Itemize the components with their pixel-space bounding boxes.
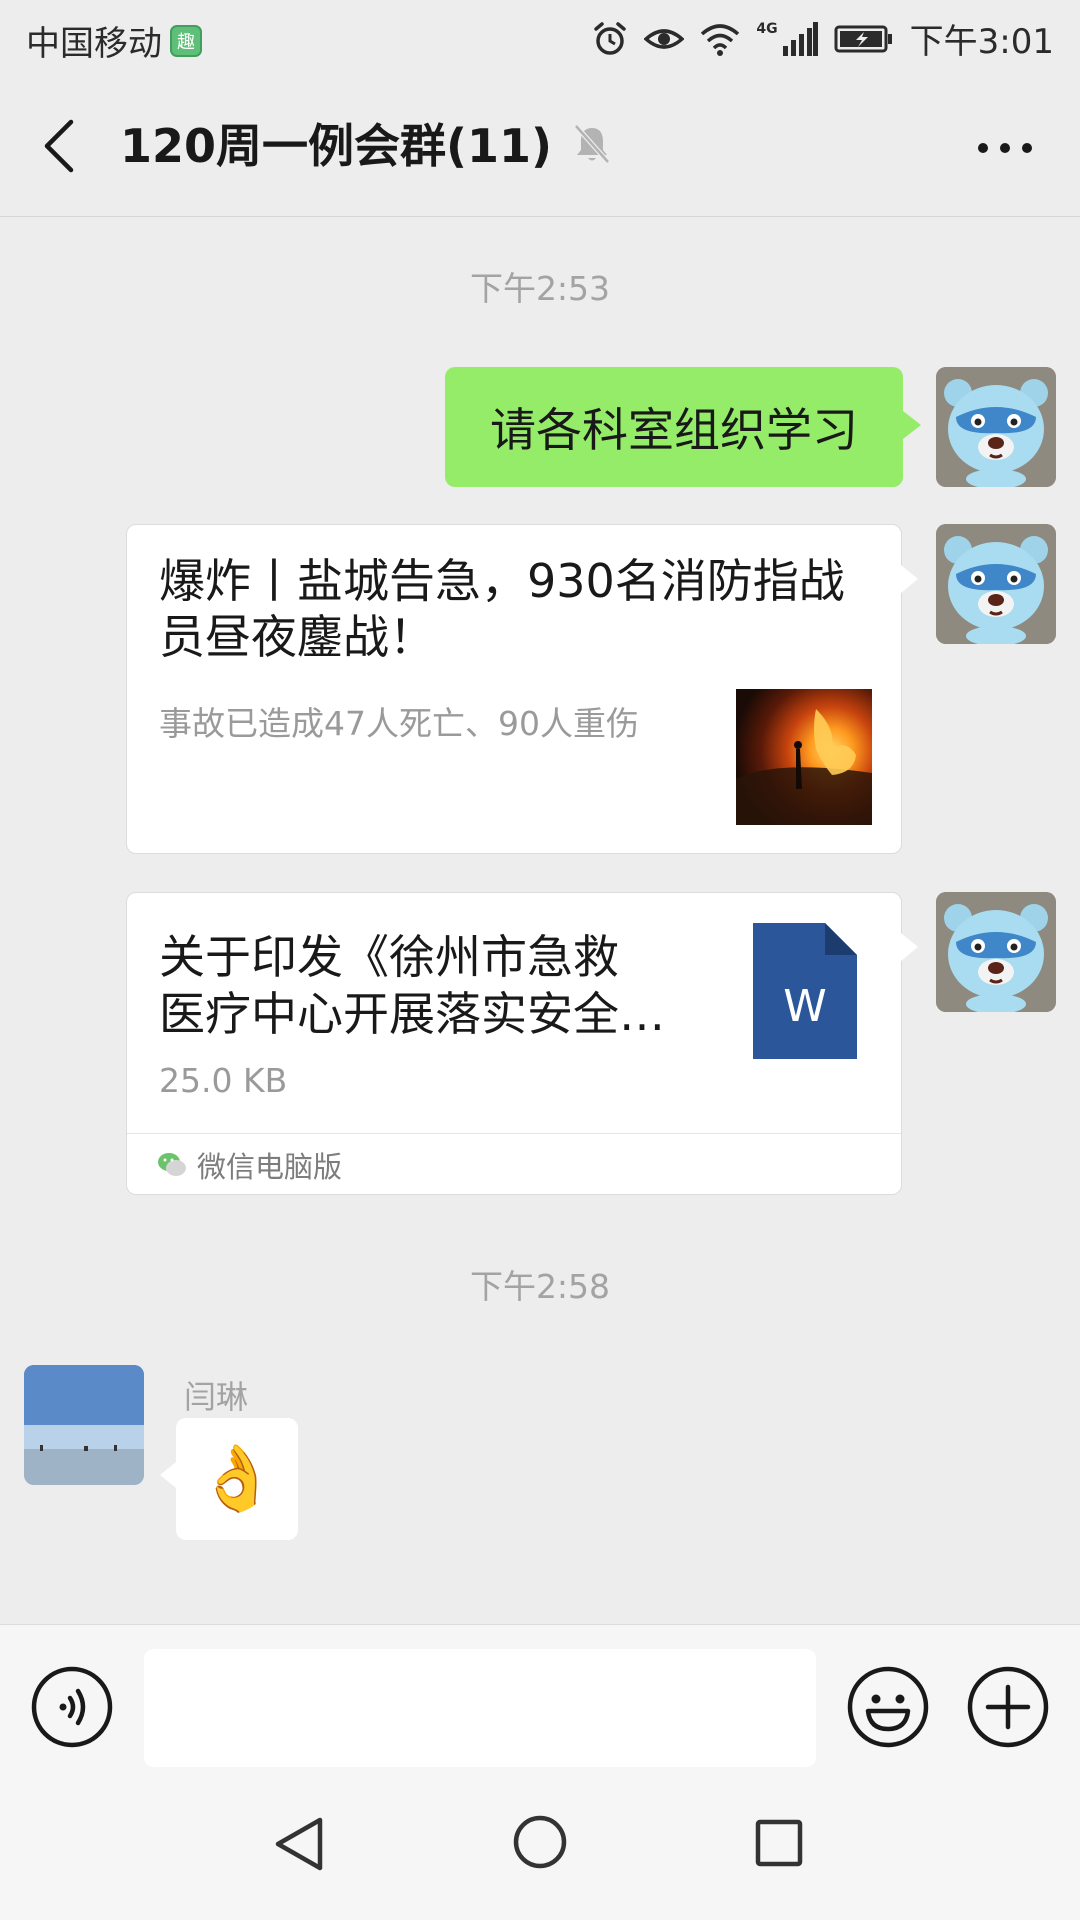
message-input[interactable] (144, 1649, 816, 1767)
link-card-title: 爆炸丨盐城告急，930名消防指战员昼夜鏖战！ (159, 554, 845, 664)
chat-header: 120周一例会群(11) (0, 76, 1080, 217)
back-button[interactable] (30, 114, 86, 178)
battery-icon (834, 25, 892, 52)
carrier-name: 中国移动 (26, 24, 162, 64)
system-home-icon[interactable] (512, 1814, 568, 1870)
alarm-icon (594, 21, 627, 55)
file-card-footer: 微信电脑版 (127, 1133, 901, 1195)
system-recents-icon[interactable] (754, 1818, 804, 1868)
avatar[interactable] (24, 1365, 144, 1485)
status-time: 下午3:01 (909, 22, 1054, 62)
avatar[interactable] (936, 524, 1056, 644)
system-navigation-bar (0, 1774, 1080, 1920)
back-arrow-icon (44, 119, 74, 173)
more-button[interactable] (970, 120, 1040, 176)
message-text: 请各科室组织学习 (490, 403, 858, 457)
avatar[interactable] (936, 367, 1056, 487)
file-card[interactable]: 关于印发《徐州市急救 医疗中心开展落实安全… 25.0 KB W 微信电脑版 (126, 892, 918, 1195)
landscape-avatar-icon (24, 1365, 144, 1485)
link-card-description: 事故已造成47人死亡、90人重伤 (159, 704, 639, 743)
ok-hand-emoji: 👌 (197, 1442, 277, 1516)
plus-icon[interactable] (966, 1665, 1050, 1749)
file-size: 25.0 KB (159, 1061, 288, 1100)
link-card[interactable]: 爆炸丨盐城告急，930名消防指战员昼夜鏖战！ 事故已造成47人死亡、90人重伤 (126, 524, 918, 854)
input-bar (0, 1624, 1080, 1775)
page-title: 120周一例会群(11) (120, 119, 553, 173)
timestamp: 下午2:53 (469, 269, 611, 308)
bear-avatar-icon (936, 892, 1056, 1012)
fire-image-icon (736, 709, 872, 825)
voice-icon[interactable] (30, 1665, 114, 1749)
more-dots-icon (978, 143, 1032, 153)
wifi-icon (701, 23, 740, 56)
wechat-icon (158, 1152, 186, 1176)
link-card-thumbnail (736, 689, 872, 825)
status-icons: 4G 下午3:01 (592, 14, 1054, 63)
bell-muted-icon (574, 124, 610, 164)
system-back-icon[interactable] (272, 1814, 326, 1874)
timestamp: 下午2:58 (469, 1267, 611, 1306)
bear-avatar-icon (936, 367, 1056, 487)
file-title-line-1: 关于印发《徐州市急救 (159, 930, 619, 984)
bear-avatar-icon (936, 524, 1056, 644)
word-document-icon: W (753, 923, 857, 1059)
file-source-label: 微信电脑版 (197, 1149, 343, 1184)
signal-icon (782, 21, 818, 56)
sender-name: 闫琳 (184, 1378, 249, 1416)
carrier-info: 中国移动 趣 (26, 16, 202, 65)
carrier-badge-icon: 趣 (170, 24, 202, 57)
file-title-line-2: 医疗中心开展落实安全… (159, 987, 665, 1041)
eye-icon (644, 28, 685, 49)
received-emoji-message[interactable]: 👌 (160, 1418, 298, 1540)
file-badge-letter: W (783, 981, 827, 1032)
emoji-icon[interactable] (846, 1665, 930, 1749)
status-bar: 中国移动 趣 4G 下午3:01 (0, 0, 1080, 76)
avatar[interactable] (936, 892, 1056, 1012)
file-card-title: 关于印发《徐州市急救 医疗中心开展落实安全… (159, 929, 719, 1043)
sent-text-message[interactable]: 请各科室组织学习 (445, 367, 921, 487)
network-type-label: 4G (756, 20, 778, 37)
